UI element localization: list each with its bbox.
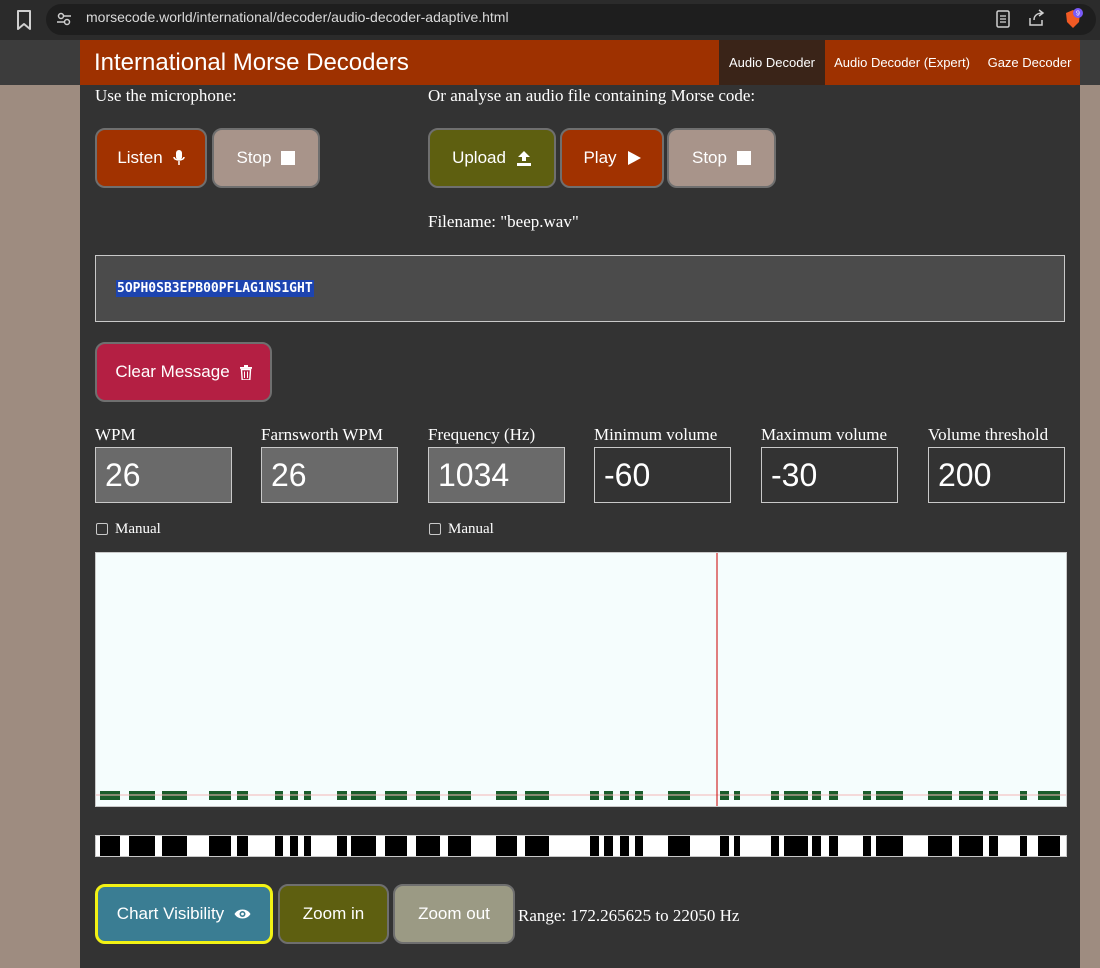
chart-visibility-button[interactable]: Chart Visibility (95, 884, 273, 944)
frequency-label: Frequency (Hz) (428, 425, 536, 444)
morse-timing-block (290, 836, 298, 856)
tab-gaze-decoder[interactable]: Gaze Decoder (979, 40, 1080, 85)
morse-timing-block (620, 836, 629, 856)
morse-timing-block (989, 836, 998, 856)
morse-timing-block (100, 836, 120, 856)
morse-timing-block (275, 836, 283, 856)
microphone-icon (172, 150, 185, 165)
tab-audio-decoder[interactable]: Audio Decoder (719, 40, 825, 85)
morse-timing-block (863, 836, 871, 856)
url-text[interactable]: morsecode.world/international/decoder/au… (86, 9, 509, 25)
chart-visibility-button-label: Chart Visibility (116, 904, 225, 923)
minimum-volume-input[interactable]: -60 (594, 447, 731, 503)
morse-timing-block (771, 836, 779, 856)
morse-timing-block (784, 836, 808, 856)
file-heading: Or analyse an audio file containing Mors… (428, 86, 756, 105)
zoom-out-button[interactable]: Zoom out (393, 884, 515, 944)
wpm-manual-checkbox[interactable] (96, 523, 108, 535)
morse-timing-block (525, 836, 549, 856)
trash-icon (239, 364, 252, 380)
brave-shields-icon[interactable]: 9 (1063, 8, 1083, 30)
file-stop-button-label: Stop (692, 148, 727, 167)
volume-threshold-label: Volume threshold (928, 425, 1049, 444)
morse-timing-block (959, 836, 983, 856)
browser-toolbar: morsecode.world/international/decoder/au… (0, 0, 1100, 40)
maximum-volume-input[interactable]: -30 (761, 447, 898, 503)
morse-timing-block (304, 836, 311, 856)
morse-timing-block (416, 836, 440, 856)
morse-timing-block (734, 836, 740, 856)
morse-timing-block (162, 836, 187, 856)
reader-mode-icon[interactable] (995, 10, 1011, 28)
morse-timing-block (1038, 836, 1060, 856)
morse-timing-block (928, 836, 952, 856)
morse-timing-block (635, 836, 643, 856)
morse-timing-block (1020, 836, 1027, 856)
farnsworth-wpm-label: Farnsworth WPM (261, 425, 383, 444)
maximum-volume-label: Maximum volume (761, 425, 888, 444)
morse-timing-block (604, 836, 613, 856)
wpm-input[interactable]: 26 (95, 447, 232, 503)
upload-button[interactable]: Upload (428, 128, 556, 188)
morse-timing-block (129, 836, 155, 856)
share-icon[interactable] (1027, 9, 1045, 27)
morse-timing-block (876, 836, 903, 856)
bookmark-icon[interactable] (14, 9, 34, 31)
morse-timing-block (829, 836, 838, 856)
decoded-message-text[interactable]: 5OPH0SB3EPB00PFLAG1NS1GHT (116, 280, 314, 297)
frequency-range-text: Range: 172.265625 to 22050 Hz (518, 906, 740, 925)
eye-icon (234, 909, 251, 919)
stop-icon (736, 151, 751, 165)
play-icon (627, 151, 641, 165)
morse-timing-block (448, 836, 471, 856)
file-stop-button[interactable]: Stop (667, 128, 776, 188)
wpm-label: WPM (95, 425, 136, 444)
brave-badge-count: 9 (1076, 11, 1080, 18)
morse-timing-block (351, 836, 376, 856)
morse-timing-block (496, 836, 517, 856)
morse-timing-block (237, 836, 248, 856)
filename-text: Filename: "beep.wav" (428, 212, 579, 231)
tab-audio-decoder-expert[interactable]: Audio Decoder (Expert) (825, 40, 979, 85)
clear-message-button[interactable]: Clear Message (95, 342, 272, 402)
zoom-out-button-label: Zoom out (418, 904, 490, 923)
site-title[interactable]: International Morse Decoders (94, 49, 409, 77)
zoom-in-button[interactable]: Zoom in (278, 884, 389, 944)
morse-timing-block (337, 836, 347, 856)
farnsworth-wpm-input[interactable]: 26 (261, 447, 398, 503)
morse-timing-block (812, 836, 821, 856)
frequency-manual-label[interactable]: Manual (448, 521, 494, 538)
zoom-in-button-label: Zoom in (302, 904, 365, 923)
decoded-message-box[interactable]: 5OPH0SB3EPB00PFLAG1NS1GHT (95, 255, 1065, 322)
upload-icon (516, 151, 531, 166)
morse-timing-block (209, 836, 231, 856)
spectrogram-canvas[interactable] (96, 553, 1066, 806)
mic-stop-button-label: Stop (236, 148, 272, 167)
morse-timing-strip (95, 835, 1067, 857)
page-container: International Morse Decoders Audio Decod… (80, 40, 1080, 968)
site-header: International Morse Decoders Audio Decod… (80, 40, 1080, 85)
spectrogram-chart[interactable] (95, 552, 1067, 807)
clear-message-button-label: Clear Message (115, 362, 230, 381)
morse-timing-block (668, 836, 690, 856)
mic-stop-button[interactable]: Stop (212, 128, 320, 188)
play-button-label: Play (583, 148, 617, 167)
listen-button-label: Listen (117, 148, 163, 167)
frequency-manual-checkbox[interactable] (429, 523, 441, 535)
morse-timing-block (385, 836, 407, 856)
volume-threshold-input[interactable]: 200 (928, 447, 1065, 503)
wpm-manual-label[interactable]: Manual (115, 521, 161, 538)
morse-timing-canvas (100, 836, 1060, 856)
morse-timing-block (590, 836, 599, 856)
minimum-volume-label: Minimum volume (594, 425, 718, 444)
play-button[interactable]: Play (560, 128, 664, 188)
site-info-icon[interactable] (56, 11, 72, 27)
frequency-input[interactable]: 1034 (428, 447, 565, 503)
microphone-heading: Use the microphone: (95, 86, 237, 105)
stop-icon (281, 151, 296, 165)
upload-button-label: Upload (452, 148, 506, 167)
morse-timing-block (720, 836, 729, 856)
listen-button[interactable]: Listen (95, 128, 207, 188)
